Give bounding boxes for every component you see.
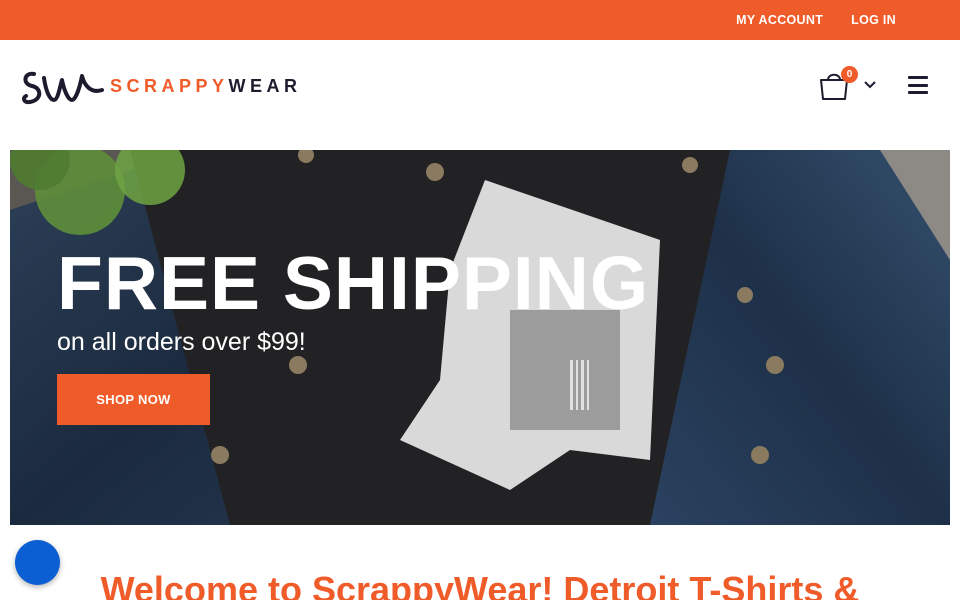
logo-wordmark: SCRAPPY WEAR [110, 76, 302, 97]
menu-line [908, 76, 928, 79]
my-account-link[interactable]: MY ACCOUNT [736, 13, 823, 27]
log-in-link[interactable]: LOG IN [851, 13, 896, 27]
menu-line [908, 91, 928, 94]
hero-subtitle: on all orders over $99! [57, 328, 306, 356]
cart-count-badge: 0 [841, 66, 858, 83]
logo-word-wear: WEAR [228, 75, 302, 96]
chat-bubble-icon[interactable] [15, 540, 60, 585]
cart-button[interactable]: 0 [818, 66, 880, 102]
chevron-down-icon [864, 81, 876, 89]
menu-line [908, 83, 928, 87]
welcome-heading: Welcome to ScrappyWear! Detroit T-Shirts… [100, 569, 860, 600]
shop-now-button[interactable]: SHOP NOW [57, 374, 210, 425]
site-header: SCRAPPY WEAR 0 [0, 40, 960, 150]
site-logo[interactable]: SCRAPPY WEAR [20, 64, 302, 108]
hero-title: FREE SHIPPING [57, 241, 650, 325]
top-utility-bar: MY ACCOUNT LOG IN [0, 0, 960, 40]
logo-mark-icon [21, 71, 104, 105]
hamburger-menu-icon[interactable] [908, 76, 928, 94]
logo-word-scrappy: SCRAPPY [110, 75, 229, 96]
hero-banner[interactable]: FREE SHIPPING on all orders over $99! SH… [10, 150, 950, 525]
